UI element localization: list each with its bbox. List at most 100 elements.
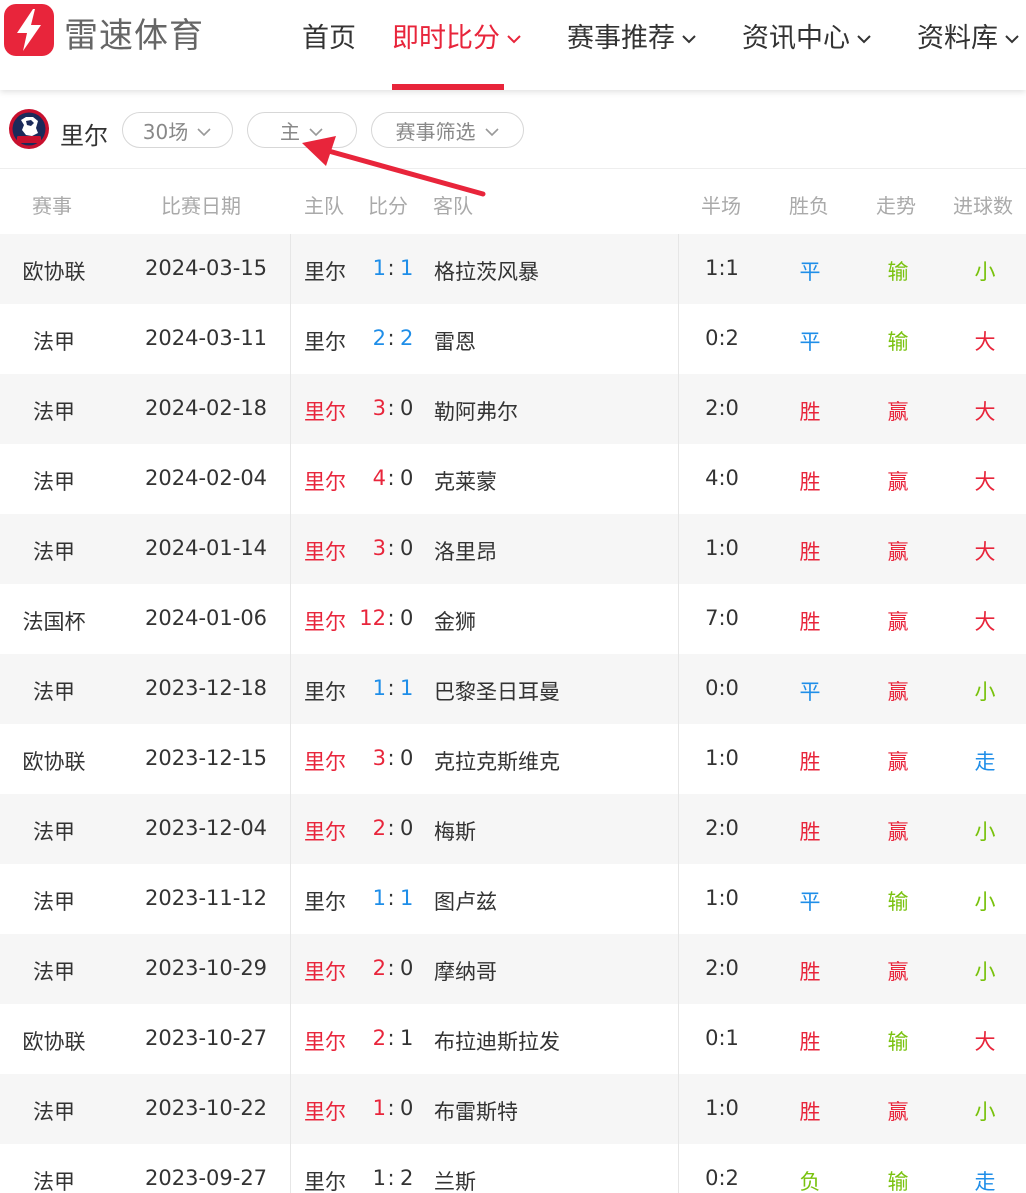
half-time-score: 2:0	[705, 816, 739, 840]
away-team[interactable]: 克莱蒙	[434, 466, 497, 496]
half-time-score: 7:0	[705, 606, 739, 630]
half-time-score: 0:1	[705, 1026, 739, 1050]
table-row[interactable]: 法国杯 2024-01-06 里尔 12 : 0 金狮 7:0 胜 赢 大	[0, 584, 1026, 654]
home-away-dropdown[interactable]: 主	[247, 112, 357, 148]
away-score: 1	[400, 676, 414, 700]
home-away-label: 主	[280, 119, 300, 144]
header-league: 赛事	[32, 194, 72, 218]
home-team[interactable]: 里尔	[304, 676, 346, 706]
table-row[interactable]: 法甲 2024-02-04 里尔 4 : 0 克莱蒙 4:0 胜 赢 大	[0, 444, 1026, 514]
away-team[interactable]: 巴黎圣日耳曼	[434, 676, 560, 706]
home-score: 3	[372, 746, 386, 770]
goals-over-under: 大	[974, 330, 996, 354]
away-team[interactable]: 布拉迪斯拉发	[434, 1026, 560, 1056]
table-row[interactable]: 欧协联 2023-10-27 里尔 2 : 1 布拉迪斯拉发 0:1 胜 输 大	[0, 1004, 1026, 1074]
match-date: 2024-03-11	[145, 326, 268, 350]
home-team[interactable]: 里尔	[304, 396, 346, 426]
chevron-down-icon	[308, 118, 324, 142]
away-team[interactable]: 洛里昂	[434, 536, 497, 566]
home-team[interactable]: 里尔	[304, 956, 346, 986]
match-result: 胜	[799, 960, 821, 984]
goals-over-under: 大	[974, 400, 996, 424]
table-row[interactable]: 法甲 2023-12-04 里尔 2 : 0 梅斯 2:0 胜 赢 小	[0, 794, 1026, 864]
table-row[interactable]: 法甲 2023-12-18 里尔 1 : 1 巴黎圣日耳曼 0:0 平 赢 小	[0, 654, 1026, 724]
home-team[interactable]: 里尔	[304, 1026, 346, 1056]
header-result: 胜负	[789, 194, 829, 218]
home-team[interactable]: 里尔	[304, 606, 346, 636]
home-score: 12	[359, 606, 386, 630]
home-team[interactable]: 里尔	[304, 1096, 346, 1126]
away-score: 0	[400, 466, 414, 490]
handicap-trend: 赢	[887, 820, 909, 844]
match-date: 2024-02-18	[145, 396, 268, 420]
goals-over-under: 大	[974, 470, 996, 494]
match-date: 2023-12-18	[145, 676, 268, 700]
match-result: 平	[799, 260, 821, 284]
home-team[interactable]: 里尔	[304, 256, 346, 286]
brand-name[interactable]: 雷速体育	[64, 8, 204, 57]
table-row[interactable]: 法甲 2023-11-12 里尔 1 : 1 图卢兹 1:0 平 输 小	[0, 864, 1026, 934]
home-score: 2	[372, 956, 386, 980]
away-team[interactable]: 雷恩	[434, 326, 476, 356]
away-team[interactable]: 克拉克斯维克	[434, 746, 560, 776]
table-row[interactable]: 法甲 2024-02-18 里尔 3 : 0 勒阿弗尔 2:0 胜 赢 大	[0, 374, 1026, 444]
home-team[interactable]: 里尔	[304, 816, 346, 846]
match-date: 2023-09-27	[145, 1166, 268, 1190]
home-team[interactable]: 里尔	[304, 466, 346, 496]
table-row[interactable]: 法甲 2023-10-29 里尔 2 : 0 摩纳哥 2:0 胜 赢 小	[0, 934, 1026, 1004]
home-team[interactable]: 里尔	[304, 886, 346, 916]
away-team[interactable]: 格拉茨风暴	[434, 256, 539, 286]
match-count-dropdown[interactable]: 30场	[122, 112, 233, 148]
away-team[interactable]: 布雷斯特	[434, 1096, 518, 1126]
home-team[interactable]: 里尔	[304, 1166, 346, 1193]
handicap-trend: 赢	[887, 960, 909, 984]
table-row[interactable]: 法甲 2024-03-11 里尔 2 : 2 雷恩 0:2 平 输 大	[0, 304, 1026, 374]
table-row[interactable]: 欧协联 2023-12-15 里尔 3 : 0 克拉克斯维克 1:0 胜 赢 走	[0, 724, 1026, 794]
nav-news[interactable]: 资讯中心	[742, 16, 872, 55]
half-time-score: 1:0	[705, 886, 739, 910]
nav-live-scores[interactable]: 即时比分	[392, 16, 522, 55]
away-score: 1	[400, 886, 414, 910]
home-team[interactable]: 里尔	[304, 326, 346, 356]
match-date: 2023-10-22	[145, 1096, 268, 1120]
score-separator: :	[387, 956, 395, 980]
nav-database-label: 资料库	[917, 23, 998, 54]
chevron-down-icon	[484, 118, 500, 142]
chevron-down-icon	[1004, 20, 1020, 51]
away-team[interactable]: 摩纳哥	[434, 956, 497, 986]
half-time-score: 1:1	[705, 256, 739, 280]
home-team[interactable]: 里尔	[304, 536, 346, 566]
score-separator: :	[387, 256, 395, 280]
table-row[interactable]: 法甲 2024-01-14 里尔 3 : 0 洛里昂 1:0 胜 赢 大	[0, 514, 1026, 584]
away-team[interactable]: 梅斯	[434, 816, 476, 846]
match-league: 欧协联	[22, 750, 86, 774]
table-row[interactable]: 欧协联 2024-03-15 里尔 1 : 1 格拉茨风暴 1:1 平 输 小	[0, 234, 1026, 304]
away-score: 0	[400, 536, 414, 560]
league-filter-dropdown[interactable]: 赛事筛选	[371, 112, 524, 148]
nav-recommendations[interactable]: 赛事推荐	[567, 16, 697, 55]
away-team[interactable]: 图卢兹	[434, 886, 497, 916]
table-row[interactable]: 法甲 2023-10-22 里尔 1 : 0 布雷斯特 1:0 胜 赢 小	[0, 1074, 1026, 1144]
home-score: 3	[372, 396, 386, 420]
score-separator: :	[387, 326, 395, 350]
home-score: 1	[372, 886, 386, 910]
league-filter-label: 赛事筛选	[395, 119, 476, 144]
match-result: 平	[799, 680, 821, 704]
score-separator: :	[387, 396, 395, 420]
match-count-label: 30场	[142, 119, 189, 144]
table-row[interactable]: 法甲 2023-09-27 里尔 1 : 2 兰斯 0:2 负 输 走	[0, 1144, 1026, 1193]
match-league: 法甲	[33, 1170, 75, 1193]
home-team[interactable]: 里尔	[304, 746, 346, 776]
header-away: 客队	[433, 194, 473, 218]
goals-over-under: 小	[974, 260, 996, 284]
away-team[interactable]: 兰斯	[434, 1166, 476, 1193]
nav-database[interactable]: 资料库	[917, 16, 1020, 55]
away-team[interactable]: 勒阿弗尔	[434, 396, 518, 426]
nav-home[interactable]: 首页	[302, 16, 356, 55]
handicap-trend: 赢	[887, 750, 909, 774]
away-team[interactable]: 金狮	[434, 606, 476, 636]
lightning-logo-icon[interactable]	[4, 4, 54, 56]
half-time-score: 1:0	[705, 536, 739, 560]
chevron-down-icon	[856, 20, 872, 51]
score-separator: :	[387, 606, 395, 630]
